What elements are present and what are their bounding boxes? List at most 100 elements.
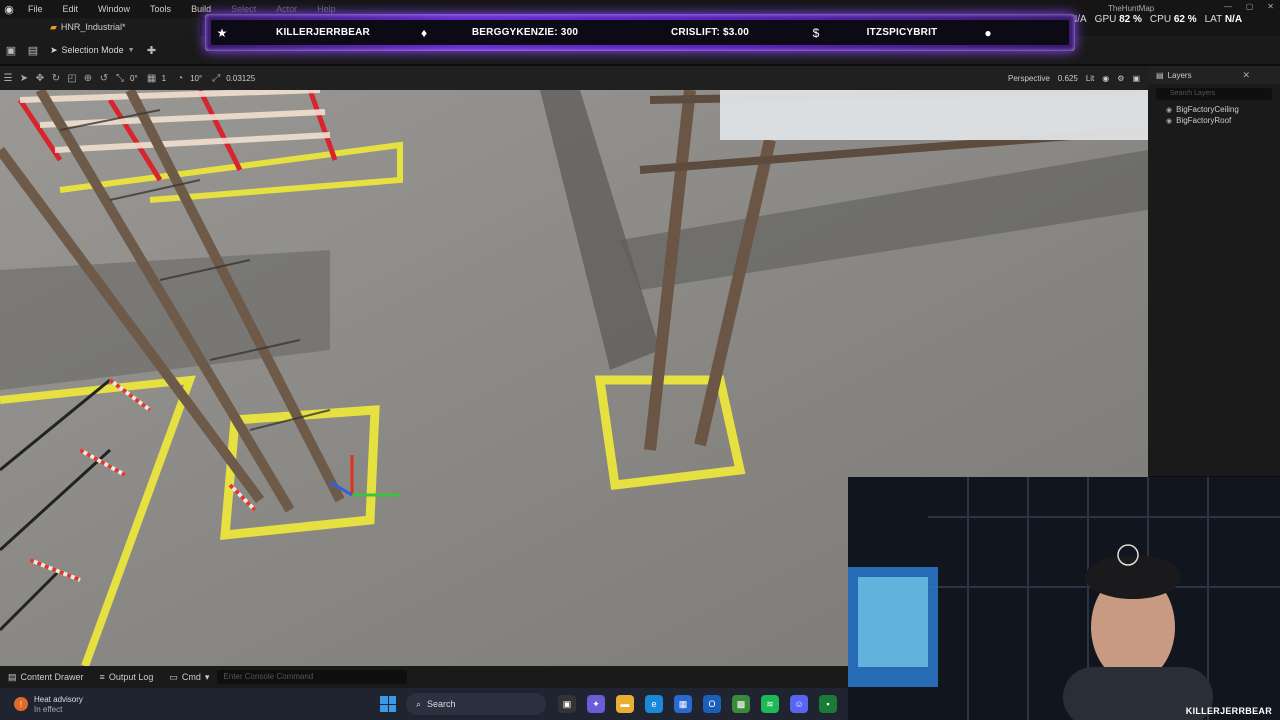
- output-log-label: Output Log: [108, 672, 154, 682]
- cmd-label: Cmd: [181, 672, 201, 682]
- outlook-icon[interactable]: O: [703, 695, 721, 713]
- layers-title: Layers: [1167, 70, 1192, 80]
- cmd-dropdown[interactable]: ▭ Cmd ▾: [161, 672, 217, 683]
- selection-mode-label: Selection Mode: [61, 45, 124, 55]
- log-icon: ≡: [99, 672, 105, 682]
- gpu-label: GPU: [1094, 14, 1117, 25]
- scale-snap-value[interactable]: 0.03125: [226, 74, 255, 83]
- layout-icon[interactable]: ▣: [1132, 74, 1140, 83]
- drawer-icon: ▤: [8, 671, 17, 682]
- perspective-dropdown[interactable]: Perspective: [1008, 74, 1050, 83]
- maximize-icon[interactable]: ▢: [1246, 2, 1254, 11]
- grid-icon[interactable]: ▦: [144, 73, 160, 84]
- content-browser-icon[interactable]: ▤: [22, 44, 44, 57]
- menu-tools[interactable]: Tools: [140, 4, 181, 14]
- content-drawer-button[interactable]: ▤ Content Drawer: [0, 672, 92, 683]
- show-flags-icon[interactable]: ◉: [1102, 74, 1109, 83]
- windows-start-icon[interactable]: [380, 696, 396, 712]
- close-icon[interactable]: ✕: [1242, 70, 1250, 81]
- eye-icon[interactable]: ◉: [1166, 117, 1172, 125]
- scale-snap-icon[interactable]: ⤢: [208, 73, 224, 84]
- store-icon[interactable]: ▦: [674, 695, 692, 713]
- stream-alert-banner: ★ KILLERJERRBEAR ♦ BERGGYKENZIE: 300 CRI…: [205, 14, 1075, 51]
- viewport-options: Perspective 0.625 Lit ◉ ⚙ ▣: [1008, 66, 1140, 90]
- spotify-icon[interactable]: ≋: [761, 695, 779, 713]
- edge-icon[interactable]: e: [645, 695, 663, 713]
- windows-taskbar: ! Heat advisory In effect ⌕ Search ▣ ✦ ▬…: [0, 688, 848, 720]
- app-icon[interactable]: ▪: [819, 695, 837, 713]
- grid-snap-icon[interactable]: ⤡: [112, 73, 128, 84]
- layers-header: ▤ Layers ✕: [1148, 66, 1280, 84]
- save-icon[interactable]: ▣: [0, 44, 22, 57]
- minecraft-icon[interactable]: ▩: [732, 695, 750, 713]
- menu-build[interactable]: Build: [181, 4, 221, 14]
- viewport-menu-icon[interactable]: ☰: [0, 73, 16, 84]
- discord-icon[interactable]: ☺: [790, 695, 808, 713]
- selection-mode-dropdown[interactable]: ➤ Selection Mode ▼: [44, 45, 141, 56]
- layer-item[interactable]: ◉ BigFactoryCeiling: [1148, 104, 1280, 115]
- viewport-toolbar: ☰ ➤ ✥ ↻ ◰ ⊕ ↺ ⤡ 0° ▦ 1 ◔ 10° ⤢ 0.03125 P…: [0, 66, 1148, 90]
- menu-actor[interactable]: Actor: [266, 4, 307, 14]
- rotation-snap-value[interactable]: 0°: [130, 74, 138, 83]
- cpu-stat: CPU 62 %: [1150, 14, 1197, 25]
- webcam-feed: [848, 477, 1280, 720]
- task-view-icon[interactable]: ▣: [558, 695, 576, 713]
- console-command-input[interactable]: Enter Console Command: [217, 670, 408, 684]
- alert-icon: !: [14, 697, 28, 711]
- cursor-icon: ➤: [50, 44, 58, 55]
- minimize-icon[interactable]: —: [1224, 2, 1232, 11]
- menu-help[interactable]: Help: [307, 4, 346, 14]
- cpu-value: 62 %: [1173, 14, 1197, 25]
- angle-snap-icon[interactable]: ◔: [172, 73, 188, 84]
- close-icon[interactable]: ✕: [1267, 2, 1274, 11]
- alert-inner: ★ KILLERJERRBEAR ♦ BERGGYKENZIE: 300 CRI…: [211, 20, 1069, 45]
- menu-file[interactable]: File: [18, 4, 53, 14]
- content-drawer-label: Content Drawer: [20, 672, 84, 682]
- weather-widget[interactable]: ! Heat advisory In effect: [0, 695, 380, 714]
- taskbar-search[interactable]: ⌕ Search: [406, 693, 546, 715]
- chevron-down-icon: ▼: [127, 46, 135, 54]
- project-tab-label: HNR_Industrial*: [60, 22, 126, 32]
- settings-icon[interactable]: ⚙: [1117, 74, 1124, 83]
- translate-icon[interactable]: ✥: [32, 73, 48, 84]
- menu-select[interactable]: Select: [221, 4, 266, 14]
- alert-user-1: KILLERJERRBEAR: [276, 27, 370, 38]
- select-icon[interactable]: ➤: [16, 73, 32, 84]
- lat-stat: LAT N/A: [1205, 14, 1242, 25]
- lit-dropdown[interactable]: Lit: [1086, 74, 1094, 83]
- streamer-name: KILLERJERRBEAR: [1185, 706, 1272, 716]
- lat-value: N/A: [1224, 14, 1243, 25]
- layers-panel: ▤ Layers ✕ Search Layers ◉ BigFactoryCei…: [1148, 66, 1280, 476]
- camera-speed-value[interactable]: 0.625: [1058, 74, 1078, 83]
- copilot-icon[interactable]: ✦: [587, 695, 605, 713]
- scale-icon[interactable]: ◰: [64, 73, 80, 84]
- layer-label: BigFactoryRoof: [1176, 116, 1232, 125]
- menu-window[interactable]: Window: [88, 4, 140, 14]
- level-icon: ▰: [50, 21, 57, 32]
- alert-user-2: BERGGYKENZIE: 300: [471, 27, 579, 38]
- file-explorer-icon[interactable]: ▬: [616, 695, 634, 713]
- menu-edit[interactable]: Edit: [53, 4, 89, 14]
- add-actor-icon[interactable]: ✚: [141, 44, 163, 57]
- layer-item[interactable]: ◉ BigFactoryRoof: [1148, 115, 1280, 126]
- angle-snap-value[interactable]: 10°: [190, 74, 202, 83]
- gpu-stat: GPU 82 %: [1095, 14, 1142, 25]
- lat-label: LAT: [1204, 14, 1223, 25]
- user-icon: ●: [984, 25, 992, 40]
- output-log-button[interactable]: ≡ Output Log: [92, 672, 162, 682]
- surface-snap-icon[interactable]: ↺: [96, 73, 112, 84]
- layers-icon: ▤: [1156, 70, 1164, 80]
- taskbar-apps: ▣ ✦ ▬ e ▦ O ▩ ≋ ☺ ▪: [558, 695, 837, 713]
- project-tab[interactable]: ▰ HNR_Industrial*: [0, 18, 200, 36]
- eye-icon[interactable]: ◉: [1166, 106, 1172, 114]
- rotate-icon[interactable]: ↻: [48, 73, 64, 84]
- world-space-icon[interactable]: ⊕: [80, 73, 96, 84]
- weather-title: Heat advisory: [34, 694, 83, 704]
- dollar-icon: $: [812, 25, 820, 40]
- layers-search-input[interactable]: Search Layers: [1156, 88, 1272, 100]
- star-icon: ★: [216, 25, 228, 40]
- search-icon: ⌕: [416, 698, 422, 709]
- unreal-logo-icon[interactable]: ◉: [0, 0, 18, 18]
- scale-snap-count[interactable]: 1: [162, 74, 166, 83]
- layer-label: BigFactoryCeiling: [1176, 105, 1239, 114]
